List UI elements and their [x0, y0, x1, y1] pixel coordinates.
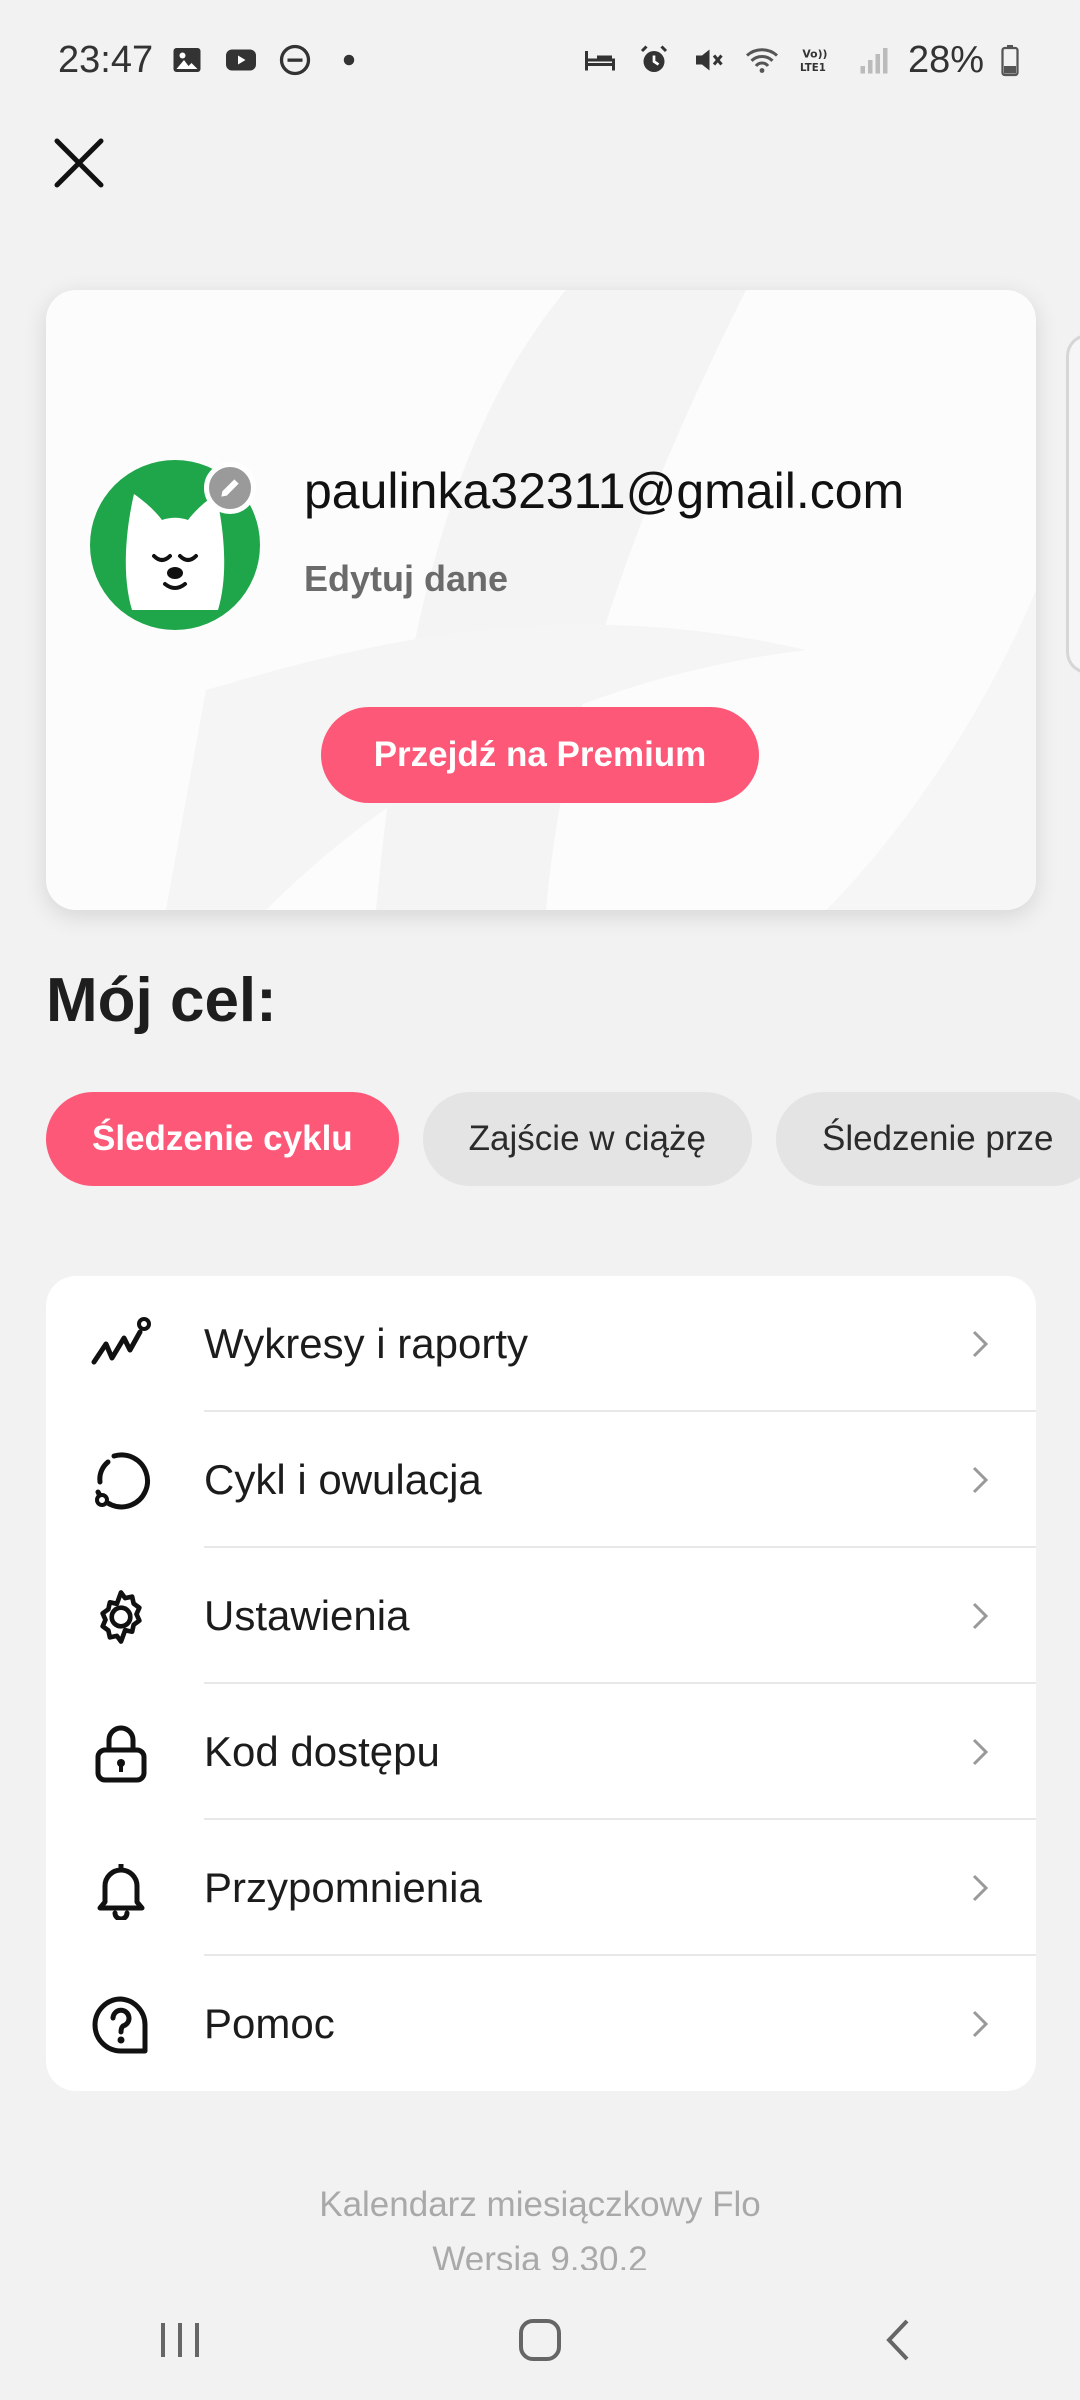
menu-item-label: Wykresy i raporty [204, 1320, 529, 1367]
cycle-icon [88, 1448, 154, 1514]
profile-card: paulinka32311@gmail.com Edytuj dane Prze… [46, 290, 1036, 910]
chevron-right-icon [972, 2010, 989, 2038]
menu-item-label: Pomoc [204, 2000, 335, 2047]
status-bar: 23:47 Vo)) LTE1 28% [0, 0, 1080, 120]
recent-apps-icon [161, 2323, 199, 2357]
lock-icon [88, 1720, 154, 1786]
pencil-icon [221, 479, 239, 497]
goal-chips: Śledzenie cyklu Zajście w ciążę Śledzeni… [46, 1092, 1080, 1186]
recent-apps-button[interactable] [130, 2300, 230, 2380]
home-icon [519, 2319, 561, 2361]
battery-icon [998, 40, 1022, 80]
goal-title: Mój cel: [46, 966, 277, 1035]
go-premium-button[interactable]: Przejdź na Premium [321, 707, 759, 803]
alarm-icon [634, 40, 674, 80]
menu-list: Wykresy i raporty Cykl i owulacja Ustawi… [46, 1276, 1036, 2091]
signal-icon [854, 40, 894, 80]
home-button[interactable] [490, 2300, 590, 2380]
status-time: 23:47 [58, 38, 154, 81]
menu-item-charts-reports[interactable]: Wykresy i raporty [46, 1276, 1036, 1412]
volte-icon: Vo)) LTE1 [796, 40, 840, 80]
app-version-container: Wersja 9.30.2 [0, 2240, 1080, 2270]
help-icon [88, 1992, 154, 2058]
edit-data-link[interactable]: Edytuj dane [304, 558, 508, 600]
chip-getting-pregnant[interactable]: Zajście w ciążę [422, 1092, 752, 1186]
chevron-right-icon [972, 1466, 989, 1494]
close-icon [54, 138, 104, 188]
menu-item-settings[interactable]: Ustawienia [46, 1548, 1036, 1684]
menu-item-label: Ustawienia [204, 1592, 410, 1639]
menu-item-help[interactable]: Pomoc [46, 1956, 1036, 2091]
user-email: paulinka32311@gmail.com [304, 463, 905, 519]
chip-cycle-tracking[interactable]: Śledzenie cyklu [46, 1092, 399, 1186]
chevron-right-icon [972, 1738, 989, 1766]
close-button[interactable] [44, 128, 114, 198]
battery-percent: 28% [907, 38, 984, 81]
chevron-right-icon [972, 1330, 989, 1358]
menu-item-passcode[interactable]: Kod dostępu [46, 1684, 1036, 1820]
back-icon [886, 2319, 909, 2361]
next-card-peek[interactable] [1066, 334, 1080, 674]
chart-icon [88, 1312, 154, 1378]
app-name: Kalendarz miesiączkowy Flo [319, 2185, 761, 2224]
bed-icon [580, 40, 620, 80]
chip-pregnancy-tracking[interactable]: Śledzenie prze [775, 1092, 1080, 1186]
menu-item-label: Kod dostępu [204, 1728, 440, 1775]
svg-text:LTE1: LTE1 [800, 63, 826, 74]
image-icon [167, 40, 207, 80]
back-button[interactable] [850, 2300, 950, 2380]
menu-item-label: Przypomnienia [204, 1864, 482, 1911]
chevron-right-icon [972, 1874, 989, 1902]
menu-item-cycle-ovulation[interactable]: Cykl i owulacja [46, 1412, 1036, 1548]
app-version: Wersja 9.30.2 [432, 2240, 648, 2270]
wifi-icon [742, 40, 782, 80]
menu-item-reminders[interactable]: Przypomnienia [46, 1820, 1036, 1956]
system-nav-bar [0, 2280, 1080, 2400]
svg-text:Vo)): Vo)) [802, 48, 827, 61]
edit-avatar-button[interactable] [204, 462, 256, 514]
gear-icon [88, 1584, 154, 1650]
chevron-right-icon [972, 1602, 989, 1630]
mute-icon [688, 40, 728, 80]
dot-icon [329, 40, 369, 80]
youtube-icon [221, 40, 261, 80]
bell-icon [88, 1856, 154, 1922]
menu-item-label: Cykl i owulacja [204, 1456, 482, 1503]
dnd-icon [275, 40, 315, 80]
